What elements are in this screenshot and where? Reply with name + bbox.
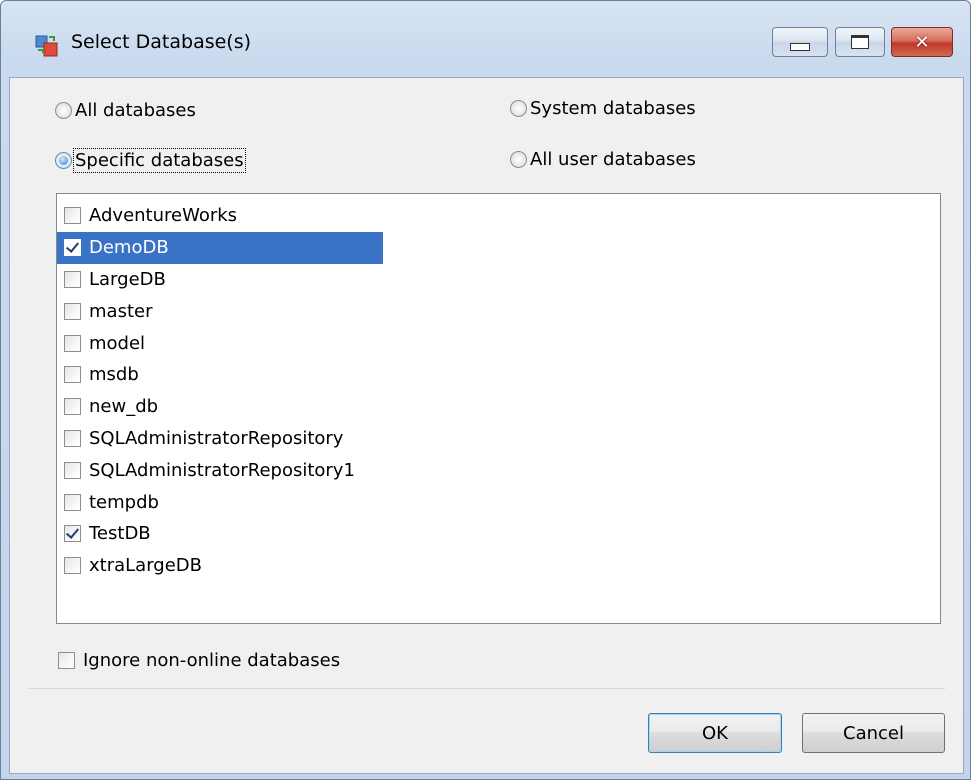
checkbox[interactable]: [64, 461, 81, 479]
database-name: SQLAdministratorRepository: [89, 427, 344, 449]
list-item[interactable]: master: [57, 295, 383, 327]
radio-circle: [510, 100, 527, 117]
checkbox[interactable]: [64, 525, 81, 543]
radio-circle: [510, 151, 527, 168]
checkbox[interactable]: [64, 270, 81, 288]
minimize-icon: [790, 43, 810, 51]
close-icon: ✕: [914, 31, 930, 53]
database-name: tempdb: [89, 491, 159, 513]
database-transfer-icon: [35, 35, 58, 57]
radio-label: Specific databases: [73, 148, 246, 173]
window-title: Select Database(s): [71, 31, 252, 53]
database-name: SQLAdministratorRepository1: [89, 459, 355, 481]
checkbox[interactable]: [64, 207, 81, 225]
radio-system-databases[interactable]: System databases: [510, 98, 696, 119]
ignore-non-online-label: Ignore non-online databases: [83, 650, 341, 671]
checkbox[interactable]: [64, 429, 81, 447]
list-item[interactable]: SQLAdministratorRepository: [57, 423, 383, 455]
close-button[interactable]: ✕: [891, 27, 953, 57]
checkbox[interactable]: [64, 239, 81, 257]
database-name: model: [89, 332, 146, 354]
maximize-button[interactable]: [835, 27, 885, 57]
list-item[interactable]: DemoDB: [57, 231, 383, 264]
list-item[interactable]: AdventureWorks: [57, 200, 383, 232]
list-item[interactable]: model: [57, 327, 383, 359]
checkbox[interactable]: [64, 302, 81, 320]
database-name: msdb: [89, 364, 139, 386]
database-name: DemoDB: [89, 237, 169, 259]
maximize-icon: [851, 35, 869, 49]
database-checklist[interactable]: AdventureWorks DemoDB LargeDB master mod…: [56, 193, 941, 624]
database-name: LargeDB: [89, 268, 166, 290]
radio-all-user-databases[interactable]: All user databases: [510, 149, 696, 170]
list-item[interactable]: tempdb: [57, 486, 383, 518]
dialog-body: All databases Specific databases System …: [9, 77, 964, 774]
database-name: master: [89, 300, 153, 322]
select-databases-dialog: Select Database(s) ✕ All databases Speci…: [0, 0, 971, 780]
minimize-button[interactable]: [772, 27, 828, 57]
radio-specific-databases[interactable]: Specific databases: [55, 148, 246, 173]
checkbox[interactable]: [64, 557, 81, 575]
database-name: AdventureWorks: [89, 205, 238, 227]
list-item[interactable]: xtraLargeDB: [57, 550, 383, 582]
ignore-non-online-checkbox[interactable]: Ignore non-online databases: [58, 650, 340, 671]
list-item[interactable]: new_db: [57, 391, 383, 423]
list-item[interactable]: SQLAdministratorRepository1: [57, 454, 383, 486]
database-name: new_db: [89, 396, 159, 418]
checkbox[interactable]: [58, 652, 75, 669]
radio-label: All databases: [75, 100, 196, 121]
radio-label: All user databases: [530, 149, 696, 170]
checkbox[interactable]: [64, 366, 81, 384]
radio-circle: [55, 152, 72, 169]
database-name: xtraLargeDB: [89, 555, 202, 577]
database-name: TestDB: [89, 523, 151, 545]
checkbox[interactable]: [64, 493, 81, 511]
list-item[interactable]: LargeDB: [57, 264, 383, 296]
ok-button[interactable]: OK: [648, 713, 782, 753]
radio-label: System databases: [530, 98, 696, 119]
radio-circle: [55, 102, 72, 119]
list-item[interactable]: TestDB: [57, 518, 383, 550]
checkbox[interactable]: [64, 334, 81, 352]
cancel-button[interactable]: Cancel: [802, 713, 945, 753]
radio-all-databases[interactable]: All databases: [55, 100, 196, 121]
list-item[interactable]: msdb: [57, 359, 383, 391]
checkbox[interactable]: [64, 398, 81, 416]
title-bar[interactable]: Select Database(s) ✕: [1, 1, 970, 77]
